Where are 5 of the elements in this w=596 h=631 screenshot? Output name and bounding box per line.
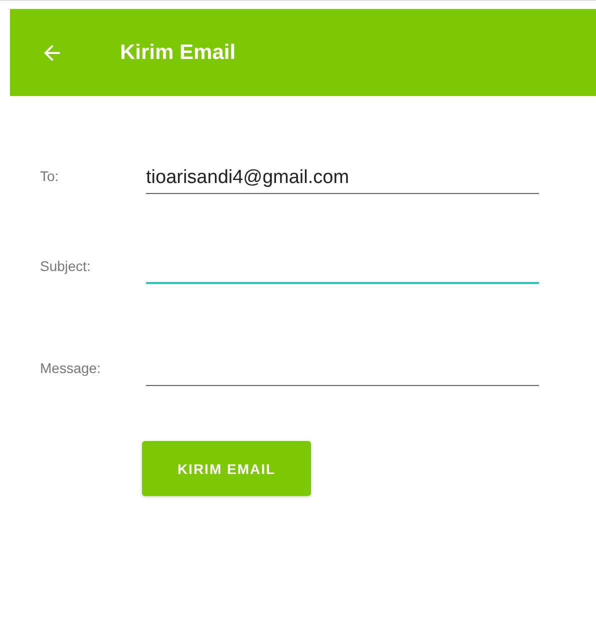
input-field[interactable]: tioarisandi4@gmail.com — [146, 163, 539, 194]
screen-title: Kirim Email — [120, 40, 236, 64]
field-label: To: — [40, 168, 60, 186]
field-label: Message: — [40, 360, 102, 378]
field-label: Subject: — [40, 258, 92, 276]
